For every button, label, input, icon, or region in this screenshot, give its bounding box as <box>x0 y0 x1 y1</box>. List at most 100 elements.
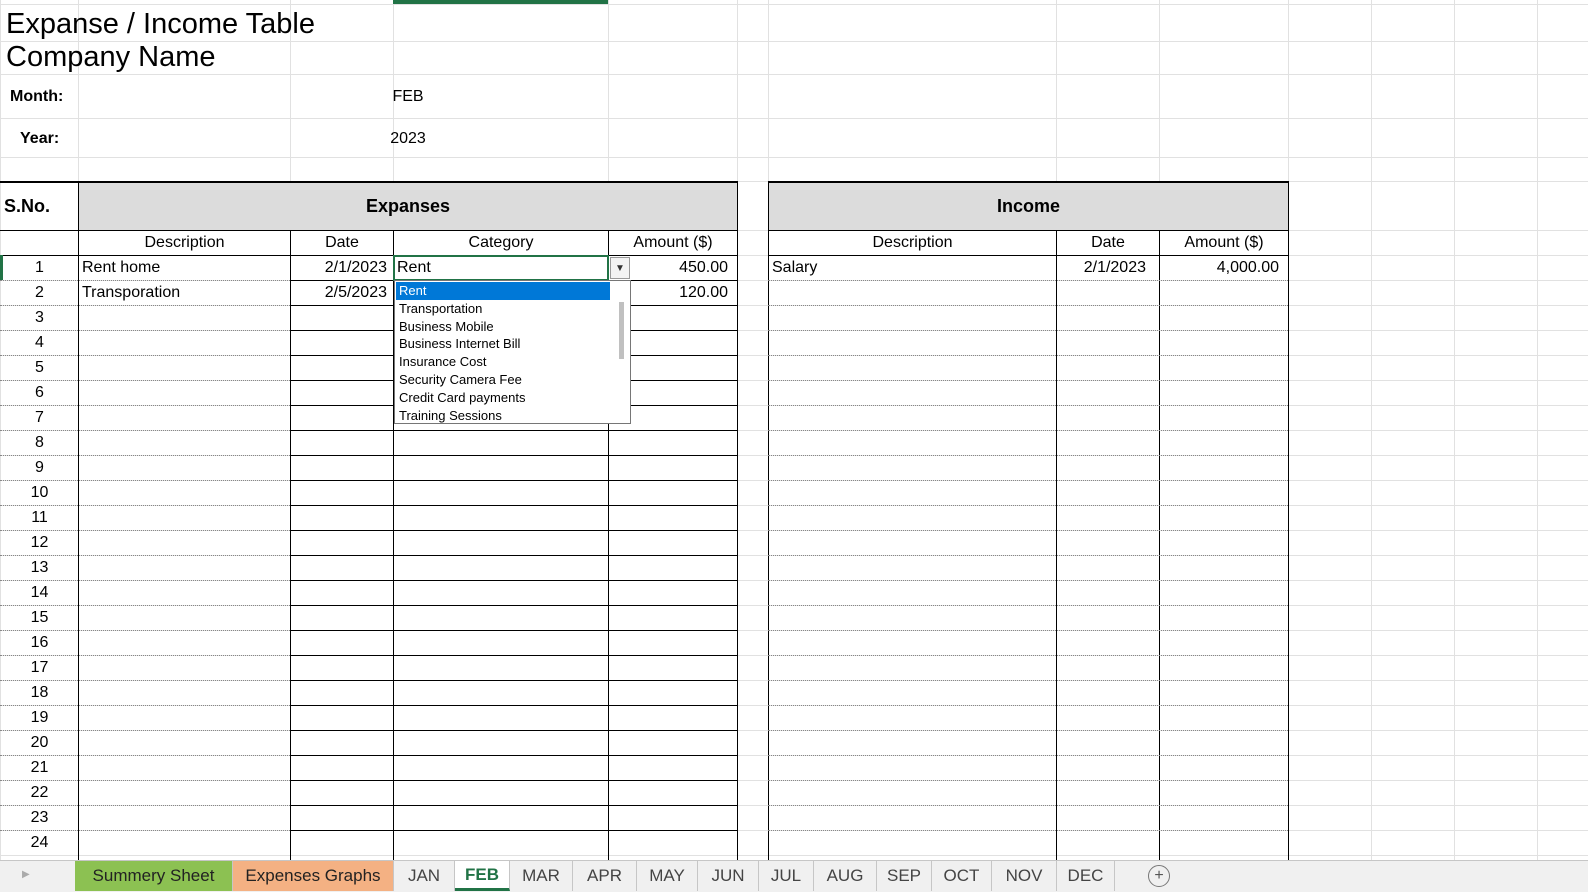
row-divider <box>768 580 1288 581</box>
category-dropdown-button[interactable]: ▼ <box>610 257 630 279</box>
expense-date-cell[interactable]: 2/1/2023 <box>291 256 387 280</box>
sheet-tab[interactable]: JAN <box>394 861 455 891</box>
plus-circle-icon[interactable]: + <box>1148 865 1170 887</box>
sheet-tab[interactable]: APR <box>573 861 637 891</box>
row-divider <box>768 405 1288 406</box>
row-number: 7 <box>35 409 44 426</box>
table-border <box>290 605 738 606</box>
row-number: 13 <box>30 559 49 576</box>
dropdown-option[interactable]: Insurance Cost <box>396 353 610 371</box>
row-divider <box>768 755 1288 756</box>
expenses-column-header: Description <box>144 234 225 251</box>
row-number: 6 <box>35 384 44 401</box>
dropdown-scroll-thumb[interactable] <box>619 302 624 359</box>
row-number: 1 <box>35 259 44 276</box>
row-divider <box>768 480 1288 481</box>
sheet-tab[interactable]: OCT <box>932 861 992 891</box>
table-border <box>290 755 738 756</box>
expenses-column-header: Amount ($) <box>633 234 713 251</box>
row-number: 15 <box>30 609 49 626</box>
dropdown-option[interactable]: Business Internet Bill <box>396 335 610 353</box>
table-border <box>768 181 769 860</box>
table-border <box>737 230 738 860</box>
sheet-tab[interactable]: AUG <box>814 861 877 891</box>
triangle-right-icon[interactable]: ▶ <box>22 869 30 880</box>
row-divider <box>768 280 1288 281</box>
table-border <box>290 555 738 556</box>
row-divider <box>768 705 1288 706</box>
table-border <box>290 230 291 860</box>
income-header: Income <box>996 196 1061 216</box>
row-number: 24 <box>30 834 49 851</box>
row-divider <box>768 330 1288 331</box>
month-value[interactable]: FEB <box>78 85 738 109</box>
table-border <box>78 181 79 231</box>
column-selection-indicator <box>393 0 608 4</box>
sheet-tab[interactable]: MAR <box>510 861 573 891</box>
table-border <box>290 680 738 681</box>
table-border <box>290 705 738 706</box>
table-border <box>0 181 737 183</box>
income-column-header: Date <box>1091 234 1125 251</box>
row-divider <box>768 430 1288 431</box>
gridline-horizontal <box>0 157 1588 158</box>
table-border <box>290 730 738 731</box>
table-border <box>290 580 738 581</box>
dropdown-option[interactable]: Business Mobile <box>396 318 610 336</box>
year-value[interactable]: 2023 <box>78 127 738 151</box>
gridline-horizontal <box>0 41 1588 42</box>
sheet-tab[interactable]: JUL <box>759 861 814 891</box>
expense-description-cell[interactable]: Rent home <box>82 256 288 280</box>
expense-date-cell[interactable]: 2/5/2023 <box>291 281 387 305</box>
sheet-tab[interactable]: DEC <box>1057 861 1115 891</box>
table-border <box>290 780 738 781</box>
table-border <box>737 181 738 231</box>
table-border <box>290 805 738 806</box>
income-column-header: Amount ($) <box>1184 234 1264 251</box>
income-date-cell[interactable]: 2/1/2023 <box>1057 256 1146 280</box>
row-number: 23 <box>30 809 49 826</box>
row-divider <box>768 605 1288 606</box>
sheet-tab[interactable]: NOV <box>992 861 1057 891</box>
row-divider <box>768 830 1288 831</box>
row-divider <box>768 555 1288 556</box>
table-border <box>1159 230 1160 860</box>
row-number: 20 <box>30 734 49 751</box>
income-description-cell[interactable]: Salary <box>772 256 1052 280</box>
row-divider <box>768 655 1288 656</box>
table-border <box>290 505 738 506</box>
dropdown-option[interactable]: Training Sessions <box>396 407 610 425</box>
sheet-tab-bar: ▶ Summery Sheet Expenses Graphs JAN FEB MAR A… <box>0 860 1588 892</box>
expense-description-cell[interactable]: Transporation <box>82 281 288 305</box>
row-number: 2 <box>35 284 44 301</box>
dropdown-option[interactable]: Transportation <box>396 300 610 318</box>
sheet-tab[interactable]: JUN <box>698 861 759 891</box>
dropdown-option[interactable]: Credit Card payments <box>396 389 610 407</box>
row-number: 18 <box>30 684 49 701</box>
row-divider <box>768 530 1288 531</box>
sheet-tab[interactable]: FEB <box>455 861 510 891</box>
dropdown-option[interactable]: Security Camera Fee <box>396 371 610 389</box>
sheet-tab[interactable]: Expenses Graphs <box>233 861 394 891</box>
row-number: 3 <box>35 309 44 326</box>
row-number: 4 <box>35 334 44 351</box>
sheet-tab[interactable]: Summery Sheet <box>75 861 233 891</box>
category-dropdown-list[interactable]: Rent Transportation Business Mobile Busines… <box>394 280 631 424</box>
sheet-tab[interactable]: MAY <box>637 861 698 891</box>
row-divider <box>768 630 1288 631</box>
chevron-down-icon: ▼ <box>615 262 625 274</box>
gridline-horizontal <box>0 855 1588 856</box>
row-number: 5 <box>35 359 44 376</box>
table-border <box>768 230 1288 231</box>
row-divider <box>768 305 1288 306</box>
table-border <box>1056 230 1057 860</box>
gridline-horizontal <box>0 4 1588 5</box>
table-border <box>1288 181 1289 860</box>
income-amount-cell[interactable]: 4,000.00 <box>1160 256 1279 280</box>
row-number: 11 <box>31 509 48 526</box>
dropdown-scrollbar[interactable] <box>613 282 630 422</box>
worksheet[interactable]: Expanse / Income Table Company Name Mont… <box>0 0 1588 860</box>
sheet-tab[interactable]: SEP <box>877 861 932 891</box>
sno-header: S.No. <box>4 196 51 216</box>
dropdown-option[interactable]: Rent <box>396 282 610 300</box>
